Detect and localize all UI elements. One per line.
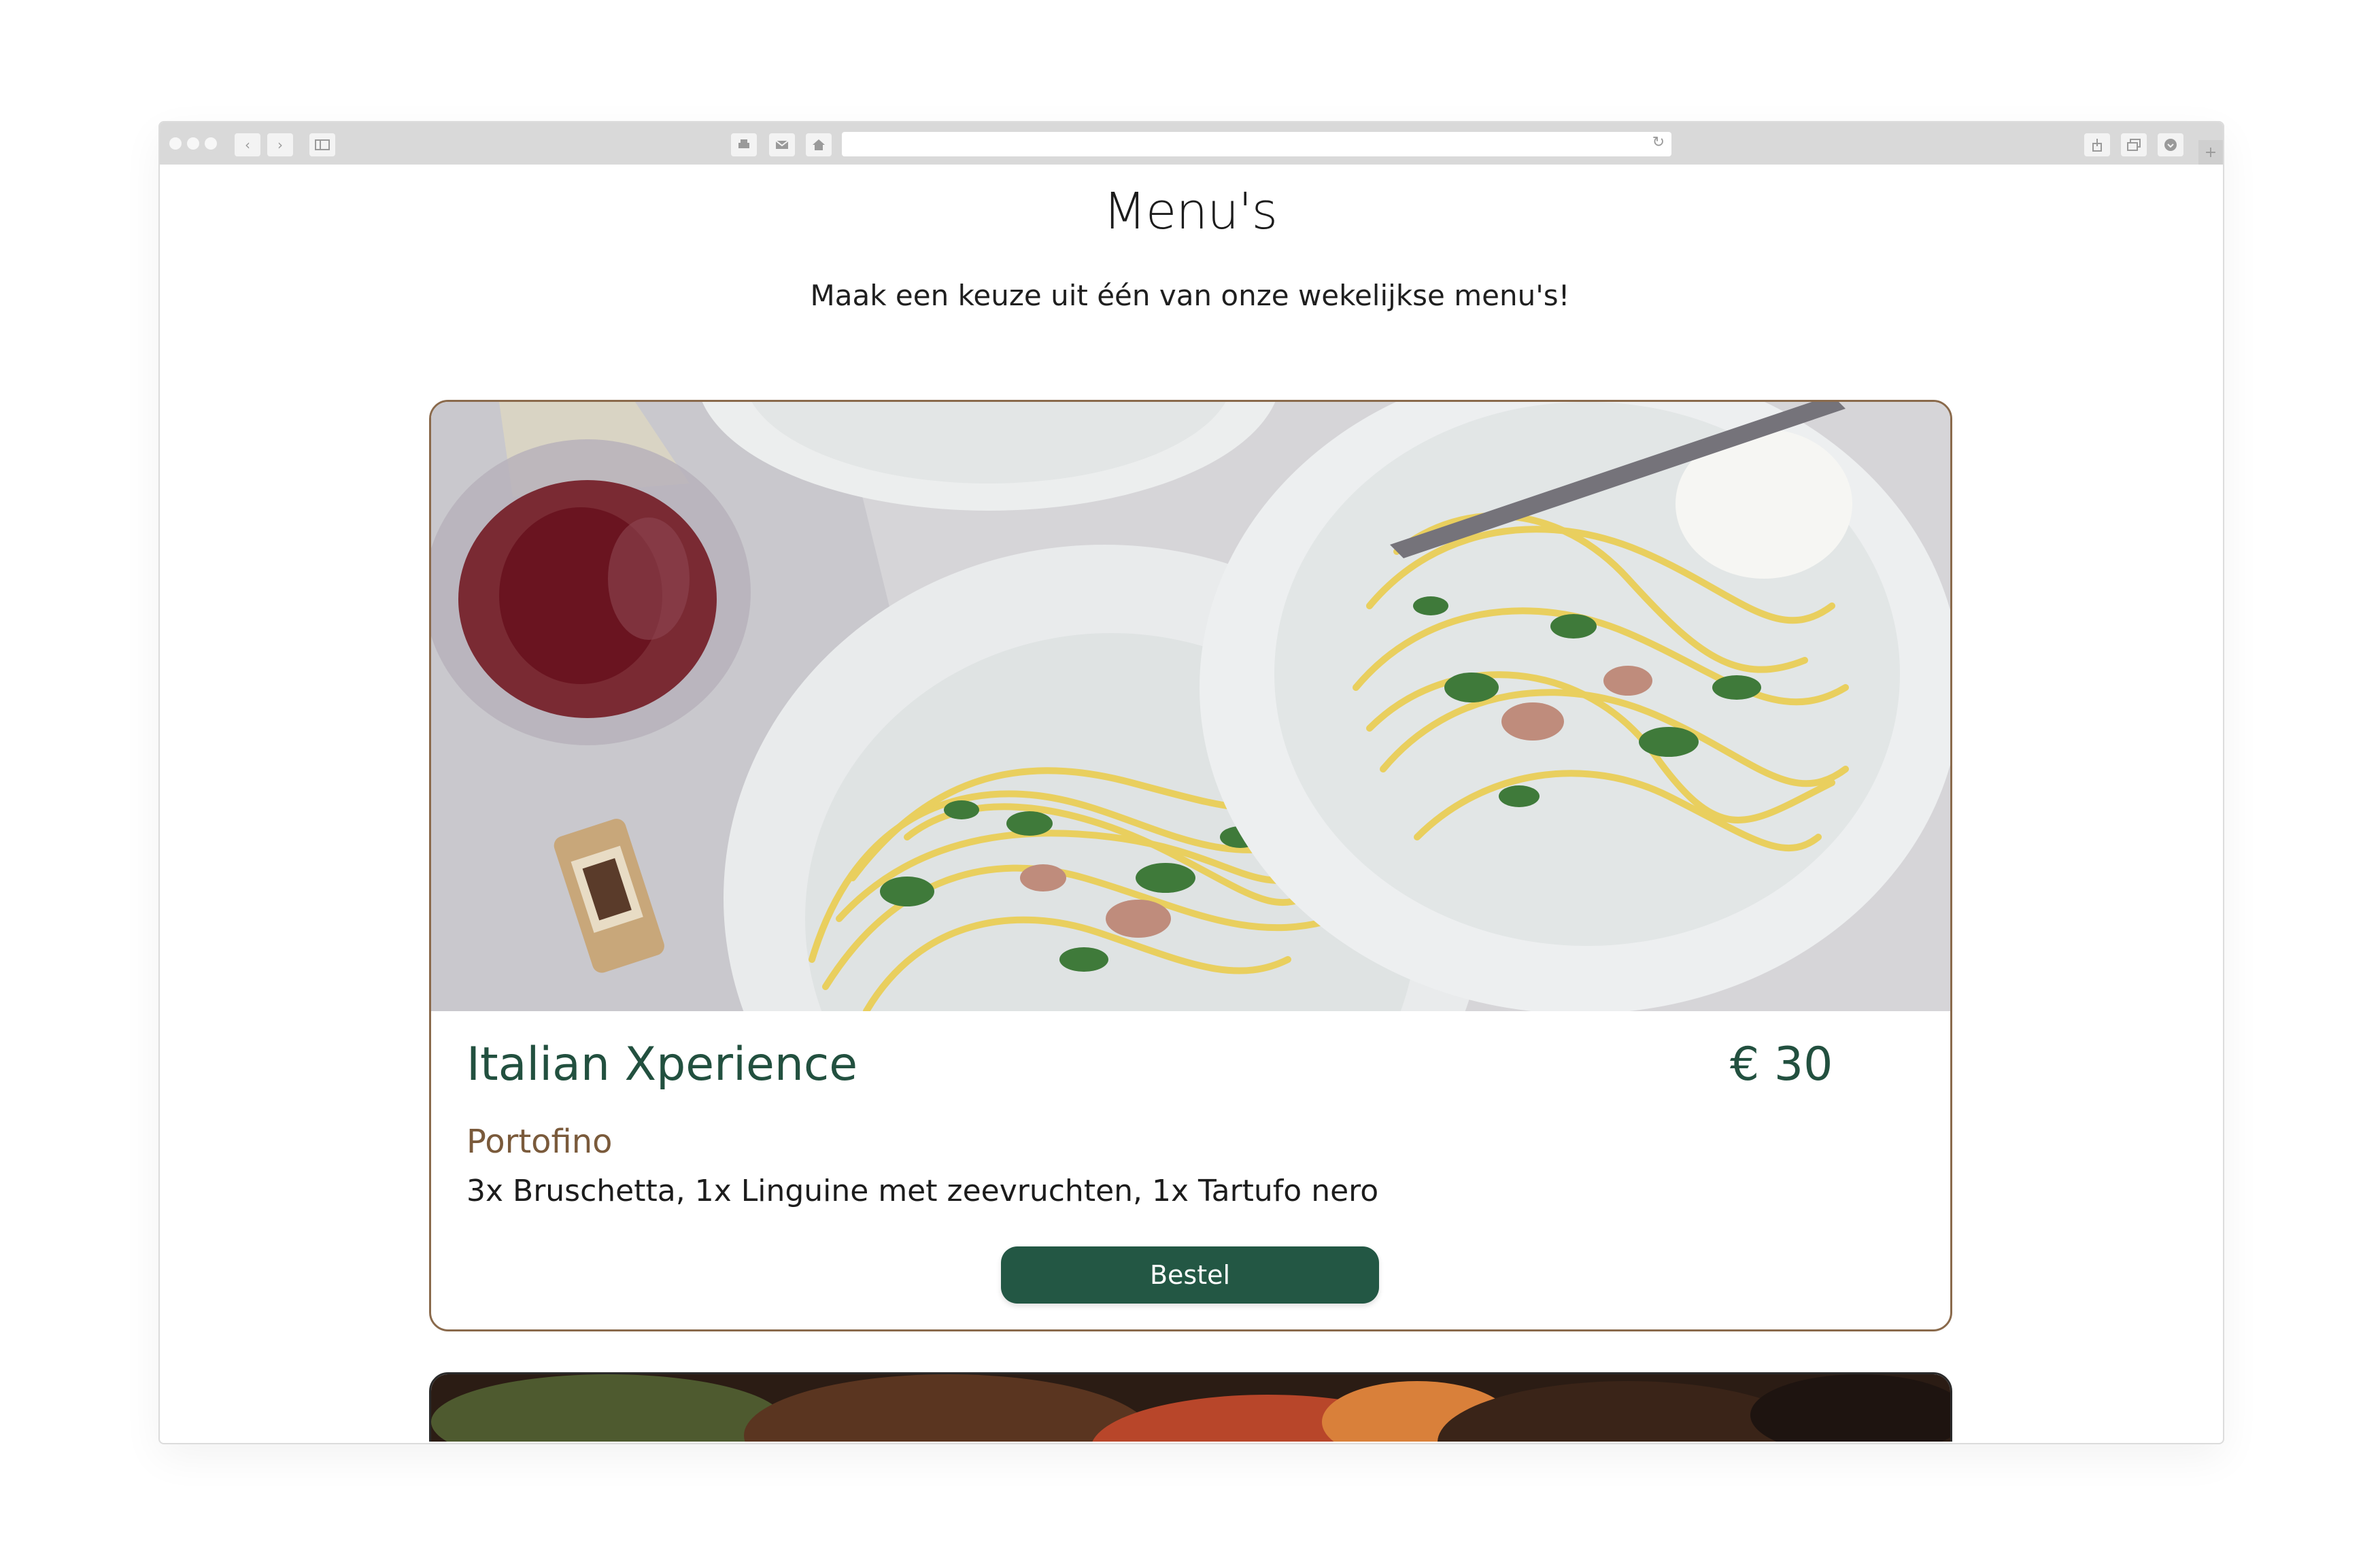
menu-card-2 bbox=[429, 1372, 1952, 1442]
menu-title: Italian Xperience bbox=[466, 1038, 858, 1091]
menu-card-2-photo bbox=[431, 1374, 1950, 1442]
page-viewport: Italian Xperience € 30 Portofino 3x Brus… bbox=[158, 121, 2222, 1442]
menu-description: 3x Bruschetta, 1x Linguine met zeevrucht… bbox=[466, 1174, 1379, 1208]
order-button[interactable]: Bestel bbox=[1001, 1246, 1379, 1304]
menu-card-photo bbox=[431, 402, 1950, 1011]
menu-subtitle: Portofino bbox=[466, 1123, 613, 1161]
menu-card: Italian Xperience € 30 Portofino 3x Brus… bbox=[429, 400, 1952, 1331]
menu-price: € 30 bbox=[1730, 1038, 1833, 1091]
